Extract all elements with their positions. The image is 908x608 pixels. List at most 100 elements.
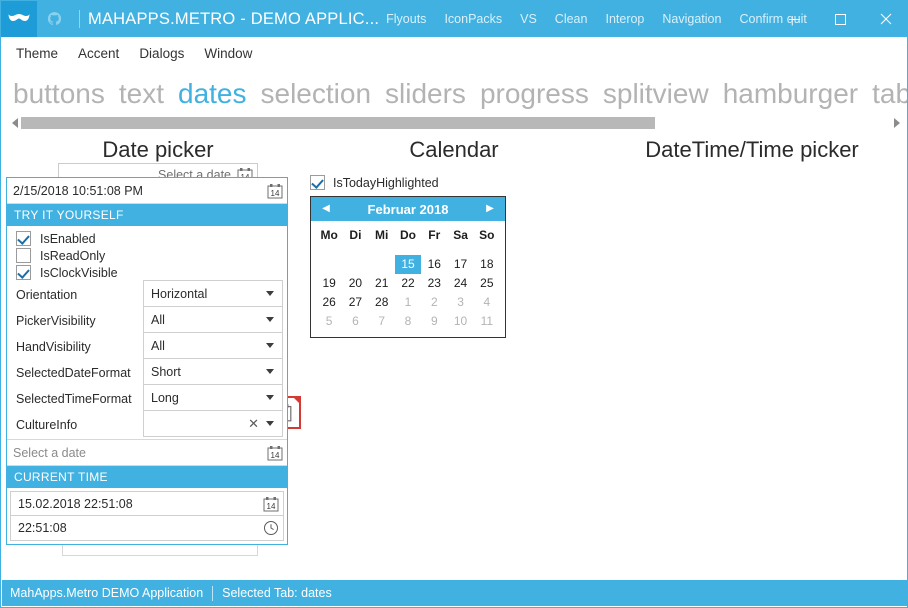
- calendar-icon[interactable]: 14: [263, 496, 279, 512]
- chevron-down-icon[interactable]: [266, 369, 274, 374]
- calendar-day[interactable]: 20: [342, 274, 368, 293]
- mustache-icon: [8, 13, 30, 25]
- calendar-day[interactable]: 10: [447, 312, 473, 331]
- scrollbar-thumb[interactable]: [21, 117, 656, 129]
- cultureinfo-combobox[interactable]: ✕: [143, 410, 283, 437]
- menu-item-accent[interactable]: Accent: [78, 46, 119, 61]
- tab-strip-scrollbar[interactable]: [9, 115, 902, 131]
- calendar-month-title[interactable]: Februar 2018: [333, 202, 483, 217]
- close-button[interactable]: [863, 1, 907, 37]
- calendar-day[interactable]: 28: [369, 293, 395, 312]
- tab-splitview[interactable]: splitview: [603, 77, 709, 111]
- try-it-yourself-header: TRY IT YOURSELF: [7, 204, 287, 226]
- scrollbar-track[interactable]: [21, 116, 890, 130]
- calendar-day[interactable]: 2: [421, 293, 447, 312]
- selectedtimeformat-combobox[interactable]: Long: [143, 384, 283, 411]
- datetime-main-input[interactable]: 2/15/2018 10:51:08 PM 14: [7, 178, 287, 204]
- selecteddateformat-label: SelectedDateFormat: [16, 365, 131, 380]
- is-enabled-row[interactable]: IsEnabled: [9, 230, 285, 247]
- calendar-day[interactable]: 1: [395, 293, 421, 312]
- scroll-right-arrow-icon[interactable]: [890, 116, 902, 130]
- calendar-day[interactable]: 3: [447, 293, 473, 312]
- titlebar-link-interop[interactable]: Interop: [604, 12, 645, 26]
- calendar-day[interactable]: 8: [395, 312, 421, 331]
- calendar-day[interactable]: 11: [474, 312, 500, 331]
- tab-tabcontrol[interactable]: tabcontrol: [872, 77, 907, 111]
- tab-dates[interactable]: dates: [178, 77, 247, 111]
- titlebar-link-vs[interactable]: VS: [519, 12, 538, 26]
- is-today-highlighted-row[interactable]: IsTodayHighlighted: [306, 175, 602, 190]
- is-today-highlighted-label: IsTodayHighlighted: [333, 175, 439, 190]
- properties-list: IsEnabled IsReadOnly IsClockVisible Orie…: [7, 226, 287, 439]
- chevron-down-icon[interactable]: [266, 395, 274, 400]
- is-clock-visible-checkbox[interactable]: [16, 265, 31, 280]
- calendar-day[interactable]: 21: [369, 274, 395, 293]
- selectedtimeformat-value: Long: [151, 390, 179, 405]
- calendar-widget-enabled[interactable]: ◀ Februar 2018 ▶ Mo Di Mi Do Fr Sa So 15…: [310, 196, 506, 338]
- calendar-day[interactable]: 4: [474, 293, 500, 312]
- calendar-day[interactable]: 22: [395, 274, 421, 293]
- calendar-column: Calendar IsTodayHighlighted ◀ Februar 20…: [306, 131, 602, 338]
- orientation-value: Horizontal: [151, 286, 208, 301]
- calendar-day[interactable]: 9: [421, 312, 447, 331]
- chevron-down-icon[interactable]: [266, 291, 274, 296]
- calendar-prev-month-icon[interactable]: ◀: [319, 204, 333, 214]
- calendar-day[interactable]: 17: [447, 255, 473, 274]
- tab-sliders[interactable]: sliders: [385, 77, 466, 111]
- select-date-input[interactable]: Select a date 14: [7, 439, 287, 466]
- tab-hamburger[interactable]: hamburger: [723, 77, 858, 111]
- calendar-week-row: 19202122232425: [316, 274, 500, 293]
- calendar-next-month-icon[interactable]: ▶: [483, 204, 497, 214]
- titlebar-link-iconpacks[interactable]: IconPacks: [443, 12, 503, 26]
- selecteddateformat-combobox[interactable]: Short: [143, 358, 283, 385]
- calendar-day-empty: [369, 255, 395, 274]
- calendar-day[interactable]: 19: [316, 274, 342, 293]
- titlebar-link-clean[interactable]: Clean: [554, 12, 589, 26]
- tab-progress[interactable]: progress: [480, 77, 589, 111]
- calendar-day[interactable]: 27: [342, 293, 368, 312]
- chevron-down-icon[interactable]: [266, 317, 274, 322]
- scroll-left-arrow-icon[interactable]: [9, 116, 21, 130]
- is-enabled-checkbox[interactable]: [16, 231, 31, 246]
- tab-buttons[interactable]: buttons: [13, 77, 105, 111]
- menu-item-theme[interactable]: Theme: [16, 46, 58, 61]
- calendar-day-empty: [342, 255, 368, 274]
- orientation-combobox[interactable]: Horizontal: [143, 280, 283, 307]
- chevron-down-icon[interactable]: [266, 343, 274, 348]
- minimize-button[interactable]: [771, 1, 817, 37]
- calendar-day[interactable]: 24: [447, 274, 473, 293]
- titlebar-link-navigation[interactable]: Navigation: [661, 12, 722, 26]
- calendar-day[interactable]: 26: [316, 293, 342, 312]
- menu-item-dialogs[interactable]: Dialogs: [139, 46, 184, 61]
- menu-item-window[interactable]: Window: [204, 46, 252, 61]
- calendar-day[interactable]: 6: [342, 312, 368, 331]
- is-today-highlighted-checkbox[interactable]: [310, 175, 325, 190]
- clear-icon[interactable]: ✕: [248, 417, 259, 430]
- maximize-button[interactable]: [817, 1, 863, 37]
- calendar-day[interactable]: 7: [369, 312, 395, 331]
- tab-text[interactable]: text: [119, 77, 164, 111]
- current-time-block: 15.02.2018 22:51:08 14 22:51:08: [7, 488, 287, 544]
- current-datetime-input[interactable]: 15.02.2018 22:51:08 14: [10, 491, 284, 516]
- calendar-icon[interactable]: 14: [267, 445, 283, 461]
- clock-icon[interactable]: [263, 520, 279, 536]
- calendar-day[interactable]: 18: [474, 255, 500, 274]
- is-readonly-row[interactable]: IsReadOnly: [9, 247, 285, 264]
- chevron-down-icon[interactable]: [266, 421, 274, 426]
- calendar-day[interactable]: 15: [394, 255, 422, 274]
- github-octocat-icon[interactable]: [37, 1, 71, 37]
- is-readonly-checkbox[interactable]: [16, 248, 31, 263]
- tab-selection[interactable]: selection: [261, 77, 372, 111]
- calendar-icon[interactable]: 14: [267, 183, 283, 199]
- calendar-day[interactable]: 5: [316, 312, 342, 331]
- calendar-day[interactable]: 23: [421, 274, 447, 293]
- handvisibility-combobox[interactable]: All: [143, 332, 283, 359]
- pickervisibility-combobox[interactable]: All: [143, 306, 283, 333]
- calendar-day[interactable]: 16: [421, 255, 447, 274]
- current-time-input[interactable]: 22:51:08: [10, 516, 284, 541]
- calendar-week-row: 567891011: [316, 312, 500, 331]
- svg-text:14: 14: [267, 502, 276, 511]
- calendar-day[interactable]: 25: [474, 274, 500, 293]
- is-clock-visible-row[interactable]: IsClockVisible: [9, 264, 285, 281]
- titlebar-link-flyouts[interactable]: Flyouts: [385, 12, 427, 26]
